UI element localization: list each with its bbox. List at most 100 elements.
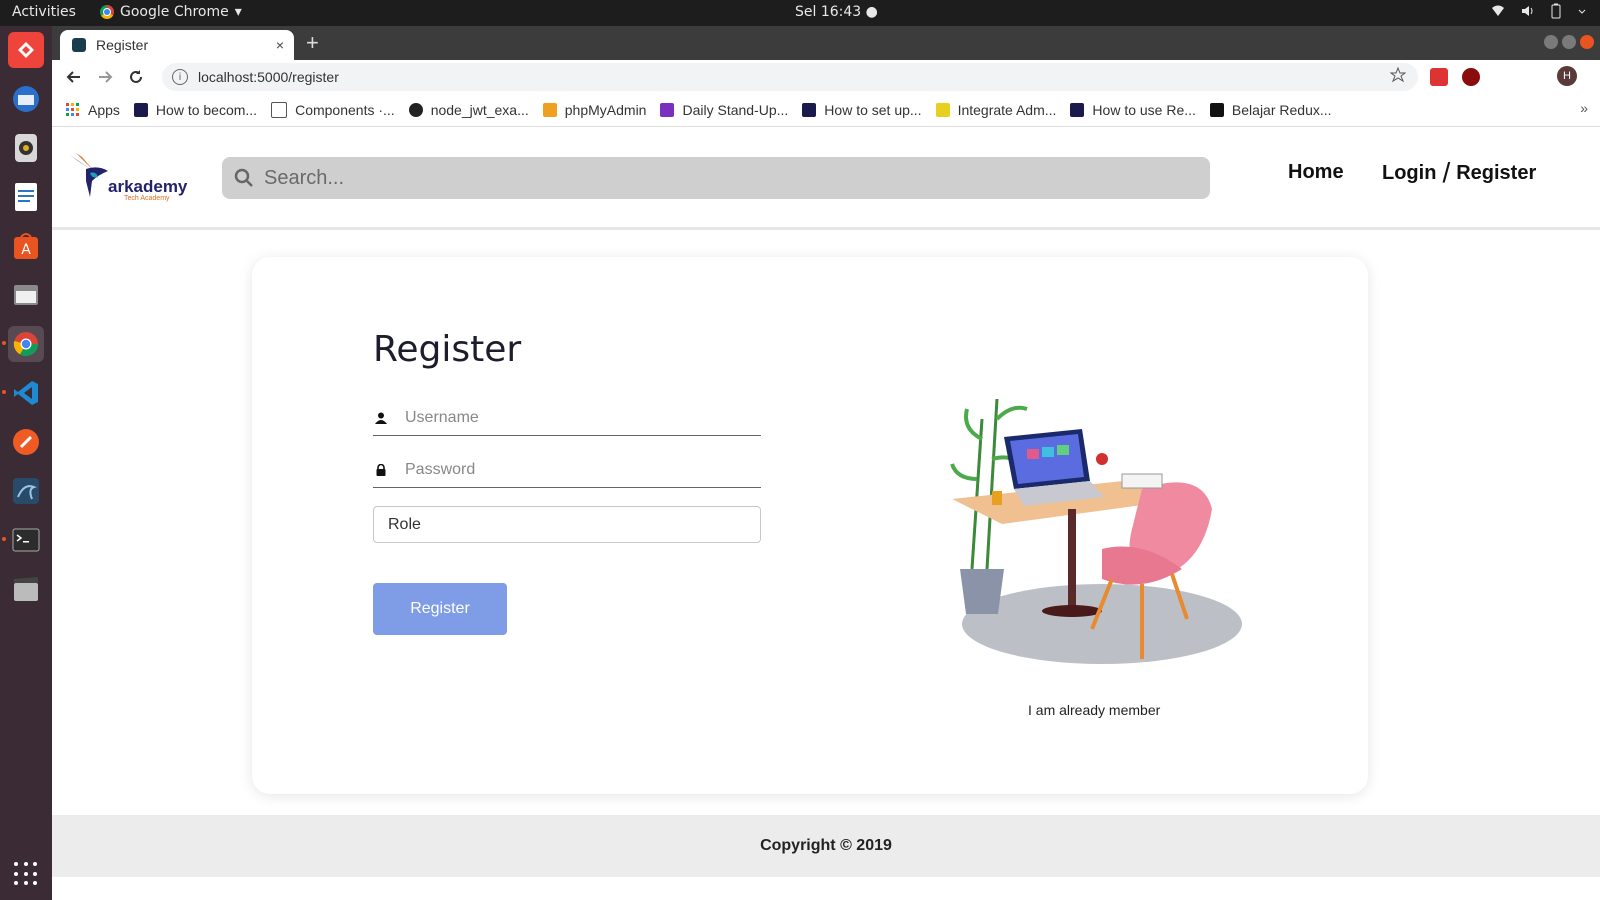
- page-title: Register: [373, 329, 522, 370]
- bookmark-label: Belajar Redux...: [1231, 102, 1332, 118]
- logo-wordmark: arkademy: [108, 177, 188, 196]
- bookmark-item[interactable]: How to becom...: [133, 102, 258, 118]
- bookmark-item[interactable]: Belajar Redux...: [1209, 102, 1332, 118]
- tab-title: Register: [96, 37, 149, 53]
- search-input[interactable]: [262, 165, 1166, 191]
- web-page: arkademy Tech Academy Home Login / Regis…: [52, 127, 1600, 900]
- bookmark-item[interactable]: Daily Stand-Up...: [660, 102, 788, 118]
- postman-icon[interactable]: [8, 424, 44, 460]
- book-icon: [271, 102, 288, 118]
- address-bar[interactable]: i localhost:5000/register: [162, 63, 1418, 91]
- reload-icon[interactable]: [128, 69, 144, 85]
- mysql-workbench-icon[interactable]: [8, 473, 44, 509]
- bookmarks-bar: Apps How to becom... Components ·... nod…: [52, 94, 1600, 127]
- show-applications-icon[interactable]: [14, 862, 38, 886]
- chrome-icon[interactable]: [8, 326, 44, 362]
- bookmark-item[interactable]: How to use Re...: [1070, 102, 1196, 118]
- bookmark-item[interactable]: node_jwt_exa...: [408, 102, 529, 118]
- new-tab-button[interactable]: +: [306, 30, 319, 56]
- nav-register-link[interactable]: Register: [1456, 162, 1536, 185]
- running-indicator: [2, 390, 6, 394]
- video-editor-icon[interactable]: [8, 571, 44, 607]
- libreoffice-writer-icon[interactable]: [8, 179, 44, 215]
- bookmark-apps[interactable]: Apps: [66, 102, 120, 118]
- thunderbird-icon[interactable]: [8, 81, 44, 117]
- bookmark-label: Apps: [88, 102, 120, 118]
- close-window-button[interactable]: [1580, 35, 1594, 49]
- arkademy-logo[interactable]: arkademy Tech Academy: [68, 151, 188, 205]
- minimize-button[interactable]: [1544, 35, 1558, 49]
- chevron-down-icon: ▾: [234, 4, 242, 20]
- forward-arrow-icon[interactable]: [97, 69, 113, 85]
- apps-grid-icon: [66, 103, 79, 116]
- site-icon: [935, 103, 950, 117]
- username-field[interactable]: [373, 401, 761, 436]
- github-icon: [408, 103, 423, 117]
- hummingbird-icon: [70, 153, 108, 197]
- search-icon: [234, 168, 253, 187]
- register-button[interactable]: Register: [373, 583, 507, 635]
- running-indicator: [2, 341, 6, 345]
- nav-login-link[interactable]: Login: [1382, 162, 1436, 185]
- clock[interactable]: Sel 16:43 ●: [795, 4, 878, 20]
- register-card: Register Register: [252, 257, 1368, 794]
- system-top-bar: Activities Google Chrome ▾ Sel 16:43 ●: [0, 0, 1600, 26]
- bookmark-item[interactable]: Components ·...: [271, 102, 395, 118]
- bookmark-item[interactable]: phpMyAdmin: [542, 102, 646, 118]
- password-field[interactable]: [373, 453, 761, 488]
- medium-icon: [1209, 103, 1224, 117]
- site-icon: [660, 103, 675, 117]
- role-field[interactable]: [373, 506, 761, 543]
- browser-toolbar: i localhost:5000/register H ⋮: [52, 60, 1600, 94]
- terminal-icon[interactable]: [8, 522, 44, 558]
- battery-icon: [1551, 3, 1561, 19]
- vscode-icon[interactable]: [8, 375, 44, 411]
- footer-copyright: Copyright © 2019: [52, 815, 1600, 877]
- bookmark-label: Integrate Adm...: [957, 102, 1057, 118]
- bookmark-label: Components ·...: [295, 102, 395, 118]
- bookmark-item[interactable]: Integrate Adm...: [935, 102, 1057, 118]
- bookmark-star-icon[interactable]: [1390, 67, 1406, 83]
- role-input[interactable]: [386, 514, 750, 535]
- system-tray[interactable]: [1490, 3, 1588, 19]
- search-bar[interactable]: [222, 157, 1210, 199]
- running-indicator: [2, 537, 6, 541]
- nav-separator: /: [1442, 157, 1451, 188]
- profile-avatar[interactable]: H: [1557, 66, 1577, 86]
- logo-tagline: Tech Academy: [124, 195, 170, 202]
- files-icon[interactable]: [8, 277, 44, 313]
- ublock-icon[interactable]: [1462, 68, 1480, 86]
- close-icon[interactable]: ×: [276, 37, 284, 53]
- bookmark-label: How to becom...: [155, 102, 258, 118]
- activities-button[interactable]: Activities: [12, 4, 76, 20]
- dock: A: [0, 26, 52, 900]
- phpmyadmin-icon: [542, 103, 557, 117]
- desk-illustration: [950, 398, 1242, 664]
- lock-icon: [376, 464, 386, 476]
- site-icon: [133, 103, 148, 117]
- extension-icon[interactable]: [1430, 68, 1448, 86]
- maximize-button[interactable]: [1562, 35, 1576, 49]
- back-arrow-icon[interactable]: [66, 69, 82, 85]
- anydesk-icon[interactable]: [8, 32, 44, 68]
- url-text[interactable]: localhost:5000/register: [198, 69, 339, 85]
- nav-home-link[interactable]: Home: [1288, 161, 1344, 184]
- tab-register[interactable]: Register ×: [60, 30, 294, 60]
- app-menu[interactable]: Google Chrome ▾: [100, 4, 242, 20]
- site-icon: [802, 103, 817, 117]
- bookmark-item[interactable]: How to set up...: [802, 102, 922, 118]
- ubuntu-software-icon[interactable]: A: [8, 228, 44, 264]
- already-member-link[interactable]: I am already member: [1028, 702, 1160, 718]
- user-icon: [375, 412, 387, 424]
- window-controls: [1544, 35, 1594, 49]
- info-icon[interactable]: i: [172, 69, 188, 85]
- rhythmbox-icon[interactable]: [8, 130, 44, 166]
- chrome-icon: [100, 5, 114, 19]
- site-navbar: arkademy Tech Academy Home Login / Regis…: [52, 127, 1600, 230]
- wifi-icon: [1492, 5, 1504, 16]
- username-input[interactable]: [403, 408, 747, 428]
- power-menu-icon: [1578, 9, 1586, 14]
- bookmarks-overflow-button[interactable]: »: [1580, 100, 1588, 116]
- password-input[interactable]: [403, 460, 747, 480]
- more-menu-icon[interactable]: ⋮: [1594, 66, 1600, 86]
